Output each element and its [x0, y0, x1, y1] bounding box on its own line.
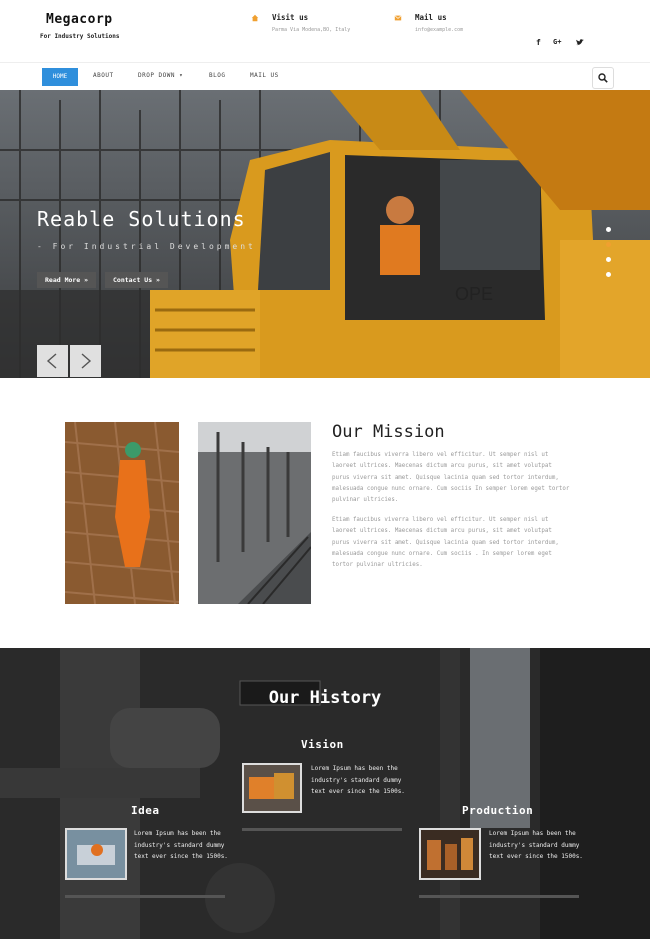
mail-email[interactable]: info@example.com [415, 27, 463, 33]
home-icon [251, 14, 259, 22]
vision-text: Lorem Ipsum has been the industry's stan… [311, 765, 405, 795]
hero-subtitle: - For Industrial Development [37, 242, 256, 251]
idea-divider [65, 895, 225, 898]
mission-paragraph-2: Etiam faucibus viverra libero vel effici… [332, 517, 559, 569]
nav-blog[interactable]: BLOG [209, 72, 225, 79]
tagline: For Industry Solutions [40, 33, 120, 40]
mail-title: Mail us [415, 13, 447, 22]
production-text: Lorem Ipsum has been the industry's stan… [489, 830, 583, 860]
twitter-icon[interactable] [576, 39, 584, 46]
facebook-icon[interactable]: f [536, 38, 541, 47]
production-thumbnail [419, 828, 481, 880]
navbar: HOME ABOUT DROP DOWN ▾ BLOG MAIL US [0, 62, 650, 92]
hero-title: Reable Solutions [37, 207, 246, 231]
logo[interactable]: Megacorp [46, 12, 113, 27]
slide-dot-1[interactable] [606, 227, 611, 232]
visit-address: Parma Via Modena,BO, Italy [272, 27, 351, 33]
vision-divider [242, 828, 402, 831]
history-title: Our History [268, 688, 382, 708]
history-section: Our History Vision Lorem Ipsum has been … [0, 648, 650, 939]
idea-image [67, 830, 125, 878]
mission-paragraph-1: Etiam faucibus viverra libero vel effici… [332, 452, 570, 504]
slide-dot-3[interactable] [606, 257, 611, 262]
nav-mail-us[interactable]: MAIL US [250, 72, 279, 79]
read-more-button[interactable]: Read More » [37, 272, 97, 288]
nav-home[interactable]: HOME [42, 68, 78, 86]
visit-title: Visit us [272, 13, 309, 22]
vision-image [244, 765, 300, 811]
chevron-right-icon [81, 353, 92, 369]
svg-text:OPE: OPE [455, 284, 493, 304]
search-icon [598, 73, 608, 83]
vision-thumbnail [242, 763, 302, 813]
google-plus-icon[interactable]: G+ [553, 38, 561, 46]
prev-slide-button[interactable] [37, 345, 68, 377]
mission-title: Our Mission [332, 422, 445, 442]
hero-image: OPE [0, 90, 650, 378]
worker-image [65, 422, 179, 604]
chevron-left-icon [46, 353, 57, 369]
vision-heading: Vision [301, 738, 344, 751]
hero-slider: OPE Reable Solutions - For Industrial De… [0, 90, 650, 378]
search-button[interactable] [592, 67, 614, 89]
production-divider [419, 895, 579, 898]
production-image [421, 830, 479, 878]
contact-us-button[interactable]: Contact Us » [105, 272, 168, 288]
slide-dot-4[interactable] [606, 272, 611, 277]
factory-image [198, 422, 311, 604]
idea-thumbnail [65, 828, 127, 880]
nav-about[interactable]: ABOUT [93, 72, 114, 79]
envelope-icon [394, 15, 402, 21]
idea-text: Lorem Ipsum has been the industry's stan… [134, 830, 228, 860]
next-slide-button[interactable] [70, 345, 101, 377]
slide-dot-2[interactable] [606, 242, 611, 247]
idea-heading: Idea [131, 804, 160, 817]
production-heading: Production [462, 804, 534, 817]
nav-dropdown[interactable]: DROP DOWN ▾ [138, 72, 183, 79]
